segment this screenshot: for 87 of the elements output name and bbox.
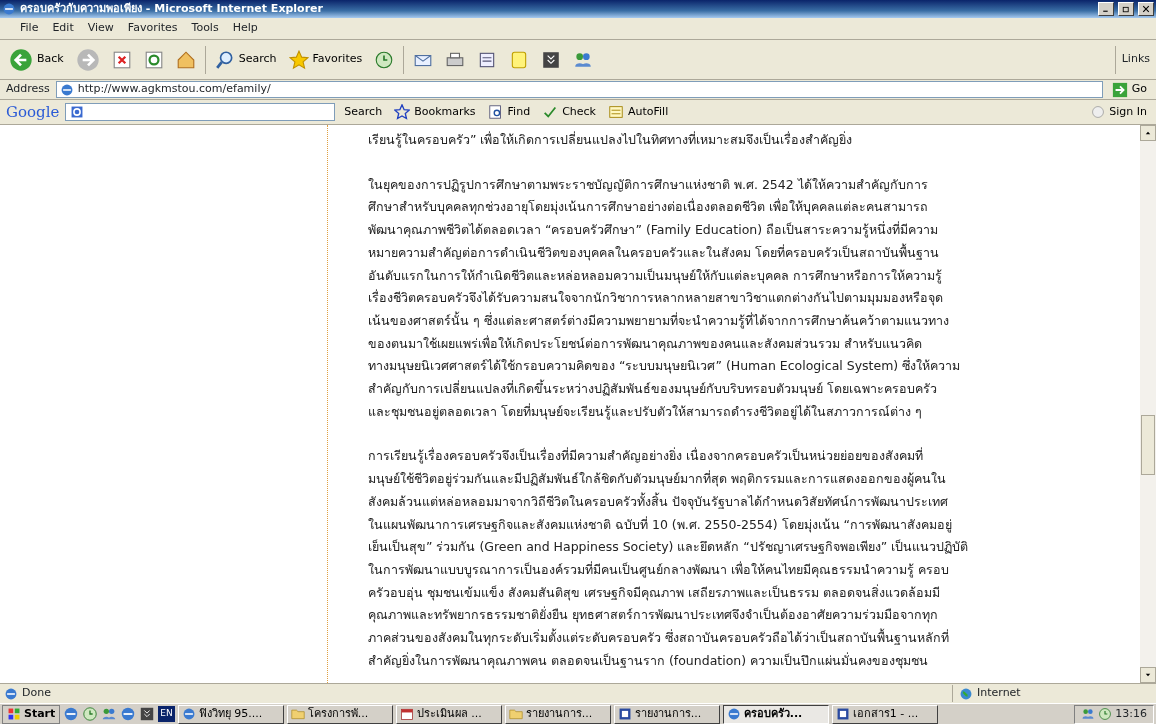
start-button[interactable]: Start xyxy=(2,704,61,724)
go-button[interactable]: Go xyxy=(1108,79,1150,100)
search-button[interactable]: Search xyxy=(211,47,280,72)
google-logo: Google xyxy=(6,101,60,123)
menu-item[interactable]: View xyxy=(87,20,114,37)
house-icon xyxy=(175,49,196,70)
taskbar-button[interactable]: ฟิงวิทยุ 95.... xyxy=(177,704,284,724)
links-button[interactable]: Links xyxy=(1121,51,1150,68)
people-icon xyxy=(101,706,118,722)
restore-button[interactable] xyxy=(1118,2,1134,16)
text-line: พัฒนาคุณภาพชีวิตได้ตลอดเวลา “ครอบครัวศึกษา” (Family Education) ถือเป็นสาระความรู้หนึ่งที่มีความ xyxy=(368,220,940,240)
menu-item[interactable]: Favorites xyxy=(127,20,178,37)
taskbar-button[interactable]: เอกสาร1 - ... xyxy=(831,704,938,724)
form-icon xyxy=(608,104,624,120)
text-line: ทางมนุษยนิเวศศาสตร์ได้ใช้กรอบความคิดของ “ระบบมนุษยนิเวศ” (Human Ecological System) ซึ่งให้ความ xyxy=(368,356,962,376)
check-button[interactable]: Check xyxy=(539,101,599,123)
text-line: อันดับแรกในการให้กำเนิดชีวิตและหล่อหลอมความเป็นมนุษย์ให้กับแต่ละบุคคล การศึกษาหรือการให้ความรู้ xyxy=(368,266,943,286)
scrollbar[interactable] xyxy=(1140,125,1156,683)
menu-item[interactable]: Tools xyxy=(191,20,219,37)
close-icon xyxy=(1141,4,1151,14)
minimize-button[interactable] xyxy=(1098,2,1114,16)
text-line: เย็นเป็นสุข” ร่วมกัน (Green and Happiness Society) และยึดหลัก “ปรัชญาเศรษฐกิจพอเพียง” เป็นแนวปฏิบัติ xyxy=(368,538,970,557)
text-line: เน้นของศาสตร์นั้น ๆ ซึ่งแต่ละศาสตร์ต่างมีความพยายามที่จะนำความรู้ที่ได้จากการศึกษาค้นคว้าตามแนวทาง xyxy=(368,310,950,331)
taskbar-button[interactable]: ประเมินผล ... xyxy=(395,704,502,724)
text-line: สำคัญกับการเปลี่ยนแปลงที่เกิดขึ้นระหว่างปฏิสัมพันธ์ของมนุษย์กับบริบทรอบตัวมนุษย์ โดยเฉพาะครอบครัว xyxy=(368,378,938,399)
star-icon xyxy=(288,49,309,70)
taskbar-button[interactable]: รายงานการ... xyxy=(613,704,720,724)
status-text: Done xyxy=(22,685,51,702)
text-line: เรื่องชีวิตครอบครัวจึงได้รับความสนใจจากนักวิชาการหลากหลายสาขาวิชาแตกต่างกันไปตามมุมมองหรือจุด xyxy=(368,288,944,308)
language-indicator[interactable]: EN xyxy=(158,706,175,722)
text-line: การเรียนรู้เรื่องครอบครัวจึงเป็นเรื่องที่มีความสำคัญอย่างยิ่ง เนื่องจากครอบครัวเป็นหน่วยย่อยของสังคมที่ xyxy=(368,446,924,466)
search-icon xyxy=(487,104,504,120)
history-icon xyxy=(1098,707,1113,721)
autofill-button[interactable]: AutoFill xyxy=(605,101,672,123)
menu-item[interactable]: Edit xyxy=(52,20,74,37)
search-icon xyxy=(214,49,235,70)
taskbar-button[interactable]: ครอบครัว... xyxy=(722,704,829,724)
text-line: หมายความสำคัญต่อการดำเนินชีวิตของบุคคลในครอบครัวและในสังคม โดยที่ครอบครัวเป็นสถาบันพื้นฐาน xyxy=(368,242,940,263)
text-line: ในแผนพัฒนาการเศรษฐกิจและสังคมแห่งชาติ ฉบับที่ 10 (พ.ศ. 2550-2554) โดยมุ่งเน้น “การพัฒนาสังคมอยู่ xyxy=(368,515,954,535)
sign-in-button[interactable]: Sign In xyxy=(1088,101,1150,123)
down-arrow-icon xyxy=(1144,671,1152,679)
calendar-icon xyxy=(399,707,414,721)
address-field[interactable]: http://www.agkmstou.com/efamily/ xyxy=(55,81,1103,98)
refresh-icon xyxy=(143,49,164,70)
text-line: คุณภาพและทรัพยากรธรรมชาติยั่งยืน ยุทธศาสตร์การพัฒนาประเทศจึงจำเป็นต้องอาศัยความร่วมมือจากทุก xyxy=(368,605,939,625)
text-line: ในยุคของการปฏิรูปการศึกษาตามพระราชบัญญัติการศึกษาแห่งชาติ พ.ศ. 2542 ได้ให้ความสำคัญกับการ xyxy=(368,175,929,195)
text-line: ในการพัฒนาแบบบูรณาการเป็นองค์รวมที่มีคนเป็นศูนย์กลางพัฒนา เพื่อให้คนไทยมีคุณธรรมนำความรู้ ครอบ xyxy=(368,560,950,580)
text-line: มนุษย์ใช้ชีวิตอยู่ร่วมกันและมีปฏิสัมพันธ์ใกล้ชิดกับตัวมนุษย์มากที่สุด พฤติกรรมและการแสดงออกของผู้คนใน xyxy=(368,469,947,489)
menu-item[interactable]: Help xyxy=(232,20,258,37)
history-icon xyxy=(374,49,395,70)
search-button[interactable]: Search xyxy=(341,101,386,123)
bookmarks-button[interactable]: Bookmarks xyxy=(391,101,479,123)
folder-icon xyxy=(290,707,305,721)
close-button[interactable] xyxy=(1138,2,1154,16)
star-icon xyxy=(394,104,411,120)
circle-icon xyxy=(1091,105,1106,119)
text-line: ศึกษาสำหรับบุคคลทุกช่วงอายุโดยมุ่งเน้นการศึกษาอย่างต่อเนื่องตลอดชีวิต เพื่อให้บุคคลแต่ละคนสามารถ xyxy=(368,197,929,217)
taskbar-button[interactable]: โครงการพั... xyxy=(286,704,393,724)
zone-text: Internet xyxy=(977,685,1021,702)
people-icon xyxy=(1081,707,1096,721)
taskbar-button[interactable]: รายงานการ... xyxy=(504,704,611,724)
back-arrow-button[interactable]: Back xyxy=(6,45,67,74)
globe-icon xyxy=(959,686,973,701)
text-line: ของตนมาใช้เผยแพร่เพื่อให้เกิดประโยชน์ต่อการพัฒนาคุณภาพของคนและสังคมส่วนรวม สำหรับแนวคิด xyxy=(368,334,923,354)
star-button[interactable]: Favorites xyxy=(285,47,366,72)
clock: 13:16 xyxy=(1115,705,1147,722)
text-line: สำคัญยิ่งในการพัฒนาคุณภาพคน ตลอดจนเป็นฐานราก (foundation) ความเป็นปึกแผ่นมั่นคงของชุมชน xyxy=(368,651,930,671)
address-label: Address xyxy=(6,81,50,98)
document-icon xyxy=(835,707,850,721)
media-icon xyxy=(541,49,562,70)
windows-logo-icon xyxy=(7,707,21,721)
restore-icon xyxy=(1121,4,1131,14)
menu-item[interactable]: File xyxy=(20,20,39,37)
text-line: ภาคส่วนของสังคมในทุกระดับเริ่มตั้งแต่ระดับครอบครัว ซึ่งสถาบันครอบครัวถือได้ว่าเป็นสถาบันพื้นฐานหลักที่ xyxy=(368,627,950,648)
up-arrow-icon xyxy=(1144,129,1152,137)
text-line: และชุมชนอยู่ตลอดเวลา โดยที่มนุษย์จะเรียนรู้และปรับตัวให้สามารถดำรงชีวิตอยู่ได้ในสภาวการณ์ต่าง ๆ xyxy=(368,402,923,422)
text-line: สังคมล้วนแต่หล่อหลอมมาจากวิถีชีวิตในครอบครัวทั้งสิ้น ปัจจุบันรัฐบาลได้กำหนดวิสัยทัศน์การพัฒนาประเทศ xyxy=(368,491,949,512)
folder-icon xyxy=(508,707,523,721)
history-icon xyxy=(82,706,99,722)
stop-icon xyxy=(111,49,132,70)
window-title: ครอบครัวกับความพอเพียง - Microsoft Internet Explorer xyxy=(20,0,323,17)
document-icon xyxy=(617,707,632,721)
text-line: ครัวอบอุ่น ชุมชนเข้มแข็ง สังคมสันติสุข เศรษฐกิจมีคุณภาพ เสถียรภาพและเป็นธรรม ตลอดจนสิ่งแวดล้อมมี xyxy=(368,583,941,603)
search-field[interactable] xyxy=(65,103,336,121)
find-button[interactable]: Find xyxy=(484,101,534,123)
text-line: เรียนรู้ในครอบครัว” เพื่อให้เกิดการเปลี่ยนแปลงไปในทิศทางที่เหมาะสมจึงเป็นเรื่องสำคัญยิ่ง xyxy=(368,130,854,150)
scroll-thumb[interactable] xyxy=(1141,415,1155,475)
